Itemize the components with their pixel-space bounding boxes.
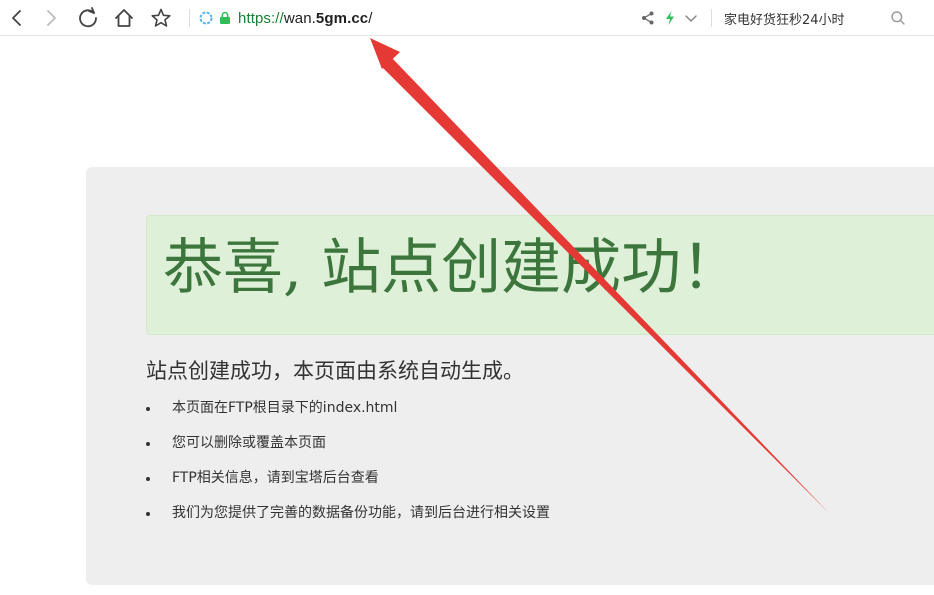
dropdown-button[interactable] — [678, 5, 704, 31]
page-title: 恭喜, 站点创建成功！ — [163, 233, 742, 303]
search-hot-text[interactable]: 家电好货狂秒24小时 — [724, 9, 845, 28]
list-item: 您可以删除或覆盖本页面 — [146, 432, 550, 467]
url-text[interactable]: https://wan.5gm.cc/ — [238, 10, 373, 27]
url-host-prefix: wan. — [283, 9, 316, 27]
address-bar[interactable]: https://wan.5gm.cc/ — [198, 0, 628, 36]
toolbar-divider — [189, 9, 190, 27]
search-icon[interactable] — [890, 10, 906, 26]
search-box[interactable]: 家电好货狂秒24小时 — [712, 0, 934, 36]
star-icon — [151, 8, 171, 27]
reload-button[interactable] — [75, 5, 101, 31]
home-button[interactable] — [111, 5, 137, 31]
back-arrow-icon — [12, 10, 21, 26]
url-path: / — [368, 9, 373, 27]
reload-icon — [79, 7, 97, 28]
url-host-domain: 5gm.cc — [315, 9, 369, 27]
lock-icon — [218, 11, 232, 25]
list-item: 我们为您提供了完善的数据备份功能，请到后台进行相关设置 — [146, 502, 550, 537]
share-icon — [642, 11, 654, 25]
forward-button[interactable] — [38, 5, 64, 31]
browser-toolbar: https://wan.5gm.cc/ 家电好货狂秒24小时 — [0, 0, 934, 36]
url-scheme: https:// — [238, 9, 284, 27]
bookmark-button[interactable] — [148, 5, 174, 31]
chevron-down-icon — [685, 15, 697, 22]
back-button[interactable] — [4, 5, 30, 31]
lightning-icon — [666, 11, 674, 25]
security-shield-icon — [198, 10, 214, 26]
home-icon — [115, 9, 133, 27]
list-item: 本页面在FTP根目录下的index.html — [146, 397, 550, 432]
lead-text: 站点创建成功，本页面由系统自动生成。 — [146, 359, 524, 383]
content-panel: 恭喜, 站点创建成功！ 站点创建成功，本页面由系统自动生成。 本页面在FTP根目… — [86, 167, 934, 585]
forward-arrow-icon — [47, 10, 56, 26]
list-item: FTP相关信息，请到宝塔后台查看 — [146, 467, 550, 502]
info-list: 本页面在FTP根目录下的index.html 您可以删除或覆盖本页面 FTP相关… — [146, 397, 550, 537]
success-alert: 恭喜, 站点创建成功！ — [146, 215, 934, 335]
